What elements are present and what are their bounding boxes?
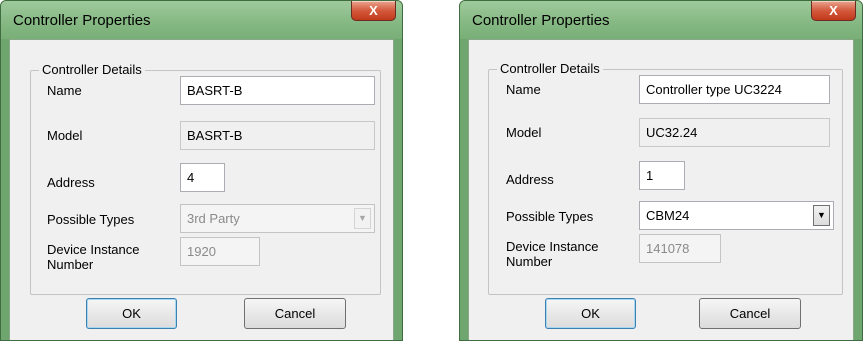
ok-button[interactable]: OK [545,298,636,329]
address-label: Address [47,175,95,190]
group-title: Controller Details [39,62,145,77]
close-button[interactable]: X [351,1,396,21]
possible-types-dropdown[interactable]: CBM24 ▼ [639,201,834,230]
dialog-title: Controller Properties [13,12,151,29]
model-label: Model [506,125,542,140]
device-instance-label-line2: Number [506,254,553,269]
address-label: Address [506,172,554,187]
close-button[interactable]: X [811,1,856,21]
cancel-button[interactable]: Cancel [699,298,801,329]
ok-button[interactable]: OK [86,298,177,329]
address-field[interactable]: 4 [180,163,225,192]
close-icon: X [369,3,378,18]
possible-types-label: Possible Types [506,209,594,224]
model-field: UC32.24 [639,118,830,147]
device-instance-label-line2: Number [47,257,94,272]
device-instance-field: 1920 [180,237,260,266]
device-instance-field: 141078 [639,234,721,263]
device-instance-label: Device Instance [506,239,599,254]
cancel-button[interactable]: Cancel [244,298,346,329]
name-field[interactable]: Controller type UC3224 [639,75,830,104]
controller-details-group: Controller Details Name Controller type … [488,61,843,295]
close-icon: X [829,3,838,18]
device-instance-label: Device Instance [47,242,140,257]
chevron-down-icon: ▼ [354,208,371,229]
model-field: BASRT-B [180,121,375,150]
group-title: Controller Details [497,61,603,76]
dialog-client-area: Controller Details Name Controller type … [468,39,854,340]
name-label: Name [506,82,541,97]
title-bar: Controller Properties X [1,1,402,39]
controller-details-group: Controller Details Name BASRT-B Model BA… [30,62,381,295]
chevron-down-icon[interactable]: ▼ [813,205,830,226]
controller-properties-dialog-left: Controller Properties X Controller Detai… [0,0,403,341]
dialog-client-area: Controller Details Name BASRT-B Model BA… [9,39,394,340]
possible-types-label: Possible Types [47,212,135,227]
model-label: Model [47,128,83,143]
possible-types-value: CBM24 [646,208,690,223]
dialog-title: Controller Properties [472,12,610,29]
controller-properties-dialog-right: Controller Properties X Controller Detai… [459,0,863,341]
possible-types-value: 3rd Party [187,211,240,226]
title-bar: Controller Properties X [460,1,862,39]
name-label: Name [47,83,82,98]
possible-types-dropdown: 3rd Party ▼ [180,204,375,233]
name-field[interactable]: BASRT-B [180,76,375,105]
address-field[interactable]: 1 [639,161,685,190]
